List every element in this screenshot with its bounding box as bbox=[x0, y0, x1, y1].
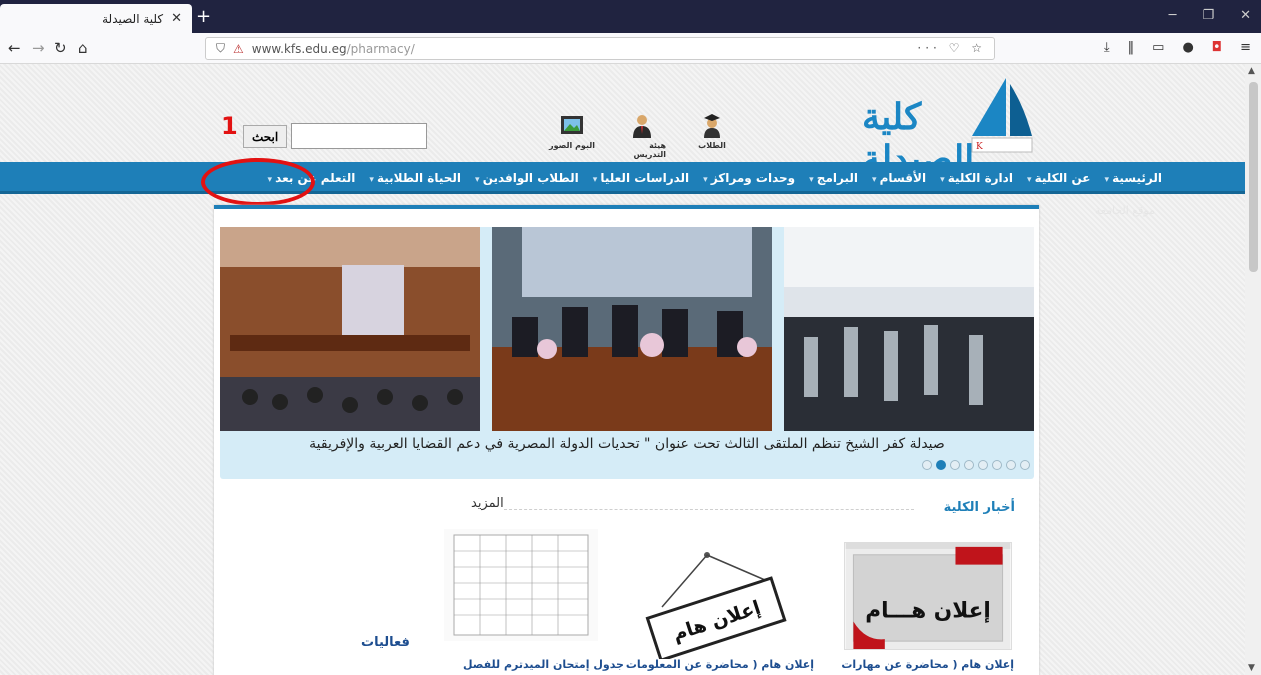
insecure-lock-icon[interactable]: ⚠ bbox=[233, 42, 244, 56]
more-link[interactable]: المزيد bbox=[471, 496, 504, 511]
menu-item[interactable]: الحياة الطلابية bbox=[369, 171, 461, 185]
search-input[interactable] bbox=[291, 123, 428, 149]
browser-tab[interactable]: كلية الصيدلة ✕ bbox=[0, 4, 192, 33]
library-icon[interactable]: ‖ bbox=[1128, 40, 1135, 55]
forward-icon[interactable]: → bbox=[32, 39, 45, 57]
slider-dot[interactable] bbox=[964, 460, 974, 470]
quick-link-photo-album[interactable]: البوم الصور bbox=[548, 112, 596, 159]
new-tab-icon[interactable]: + bbox=[196, 6, 211, 27]
announcement-sign-image: إعلان هام bbox=[632, 547, 802, 663]
slider-dot[interactable] bbox=[1020, 460, 1030, 470]
scroll-down-icon[interactable]: ▼ bbox=[1248, 663, 1255, 673]
annotation-ring bbox=[201, 158, 315, 206]
exam-schedule-image bbox=[444, 529, 598, 641]
menu-item[interactable]: الأقسام bbox=[872, 171, 926, 185]
slider-dot[interactable] bbox=[992, 460, 1002, 470]
back-icon[interactable]: ← bbox=[8, 39, 21, 57]
slider-photo-panel[interactable] bbox=[492, 227, 772, 431]
news-section-title: أخبار الكلية bbox=[943, 500, 1015, 515]
news-card-title-2[interactable]: إعلان هام ( محاضرة عن المعلومات bbox=[624, 657, 814, 675]
sailboat-logo-icon: K bbox=[971, 78, 1033, 153]
tab-title: كلية الصيدلة bbox=[102, 11, 164, 26]
events-label: فعاليات bbox=[361, 635, 410, 650]
browser-tab-strip: كلية الصيدلة ✕ + ─ ❐ ✕ bbox=[0, 0, 1261, 33]
announcement-image-text: إعلان هـــام bbox=[865, 599, 990, 624]
close-window-icon[interactable]: ✕ bbox=[1240, 8, 1251, 23]
downloads-icon[interactable]: ⤓ bbox=[1104, 40, 1110, 55]
browser-toolbar: ← → ↻ ⌂ ⛉ ⚠ www.kfs.edu.eg /pharmacy/ ··… bbox=[0, 33, 1261, 64]
slider-dot[interactable] bbox=[936, 460, 946, 470]
restore-icon[interactable]: ❐ bbox=[1202, 8, 1214, 23]
sidebar-icon[interactable]: ▭ bbox=[1152, 40, 1164, 55]
page-scrollbar[interactable]: ▲ ▼ bbox=[1245, 64, 1261, 675]
minimize-icon[interactable]: ─ bbox=[1169, 8, 1177, 23]
slider-dot[interactable] bbox=[922, 460, 932, 470]
slider-photo-audience[interactable] bbox=[784, 227, 1034, 431]
faculty-logo[interactable]: كلية الصيدلة K bbox=[862, 76, 1042, 180]
slider-dot[interactable] bbox=[1006, 460, 1016, 470]
news-card-title-3[interactable]: جدول إمتحان الميدترم للفصل الدراسي الثان… bbox=[424, 657, 624, 675]
menu-item[interactable]: ادارة الكلية bbox=[940, 171, 1013, 185]
menu-item[interactable]: الطلاب الوافدين bbox=[475, 171, 579, 185]
news-card-image-2[interactable]: إعلان هام bbox=[632, 547, 802, 663]
url-domain: www.kfs.edu.eg bbox=[251, 41, 347, 56]
slider-photo-hall[interactable] bbox=[220, 227, 480, 431]
menu-item[interactable]: الرئيسية bbox=[1104, 171, 1162, 185]
menu-item[interactable]: وحدات ومراكز bbox=[703, 171, 795, 185]
scrollbar-thumb[interactable] bbox=[1249, 82, 1258, 272]
reload-icon[interactable]: ↻ bbox=[54, 39, 67, 57]
news-card-image-3[interactable] bbox=[444, 529, 598, 641]
news-card-image-1[interactable]: إعلان هـــام bbox=[844, 542, 1012, 650]
search-button[interactable]: ابحث bbox=[243, 125, 288, 148]
menu-item[interactable]: عن الكلية bbox=[1027, 171, 1091, 185]
slider-caption[interactable]: صيدلة كفر الشيخ تنظم الملتقى الثالث تحت … bbox=[220, 431, 1034, 457]
scroll-up-icon[interactable]: ▲ bbox=[1248, 66, 1255, 76]
main-menu: الرئيسية عن الكلية ادارة الكلية الأقسام البر… bbox=[202, 162, 1162, 194]
slider-dot[interactable] bbox=[950, 460, 960, 470]
main-menu-bar: الرئيسية عن الكلية ادارة الكلية الأقسام البر… bbox=[0, 162, 1245, 194]
quick-link-students[interactable]: الطلاب bbox=[688, 112, 736, 159]
menu-item[interactable]: الدراسات العليا bbox=[593, 171, 689, 185]
announcement-image: إعلان هـــام bbox=[844, 542, 1012, 650]
quick-link-label: هيئة التدريس bbox=[633, 141, 666, 159]
address-bar[interactable]: ⛉ ⚠ www.kfs.edu.eg /pharmacy/ ··· ♡ ☆ bbox=[205, 37, 995, 60]
slider-dots bbox=[922, 460, 1030, 470]
page-actions-icon[interactable]: ··· ♡ ☆ bbox=[917, 41, 986, 55]
menu-item[interactable]: البرامج bbox=[809, 171, 858, 185]
url-path: /pharmacy/ bbox=[346, 41, 415, 56]
staff-icon bbox=[633, 115, 651, 138]
site-search: ابحث bbox=[243, 123, 428, 149]
pocket-icon[interactable]: ◘ bbox=[1212, 40, 1222, 55]
university-site-link[interactable]: موقع الجامعة bbox=[1095, 204, 1155, 217]
quick-link-staff[interactable]: هيئة التدريس bbox=[618, 112, 666, 159]
section-divider bbox=[504, 509, 914, 510]
quick-link-label: البوم الصور bbox=[549, 141, 595, 150]
annotation-number: 1 bbox=[221, 112, 238, 140]
quick-link-label: الطلاب bbox=[698, 141, 726, 150]
student-icon bbox=[704, 114, 720, 138]
news-slider: صيدلة كفر الشيخ تنظم الملتقى الثالث تحت … bbox=[220, 227, 1034, 479]
quick-links: الطلاب هيئة التدريس البوم الصور bbox=[548, 112, 736, 159]
close-tab-icon[interactable]: ✕ bbox=[171, 11, 182, 26]
page-viewport: كلية الصيدلة K الطلاب هيئة التدريس البوم… bbox=[0, 64, 1245, 675]
main-content: صيدلة كفر الشيخ تنظم الملتقى الثالث تحت … bbox=[214, 205, 1039, 675]
news-card-title-1[interactable]: إعلان هام ( محاضرة عن مهارات bbox=[834, 657, 1014, 675]
menu-icon[interactable]: ≡ bbox=[1240, 40, 1251, 55]
home-icon[interactable]: ⌂ bbox=[78, 39, 88, 57]
account-icon[interactable]: ● bbox=[1182, 40, 1193, 55]
tracking-shield-icon[interactable]: ⛉ bbox=[216, 41, 225, 56]
svg-text:K: K bbox=[976, 142, 983, 152]
photo-album-icon bbox=[561, 116, 583, 134]
slider-dot[interactable] bbox=[978, 460, 988, 470]
